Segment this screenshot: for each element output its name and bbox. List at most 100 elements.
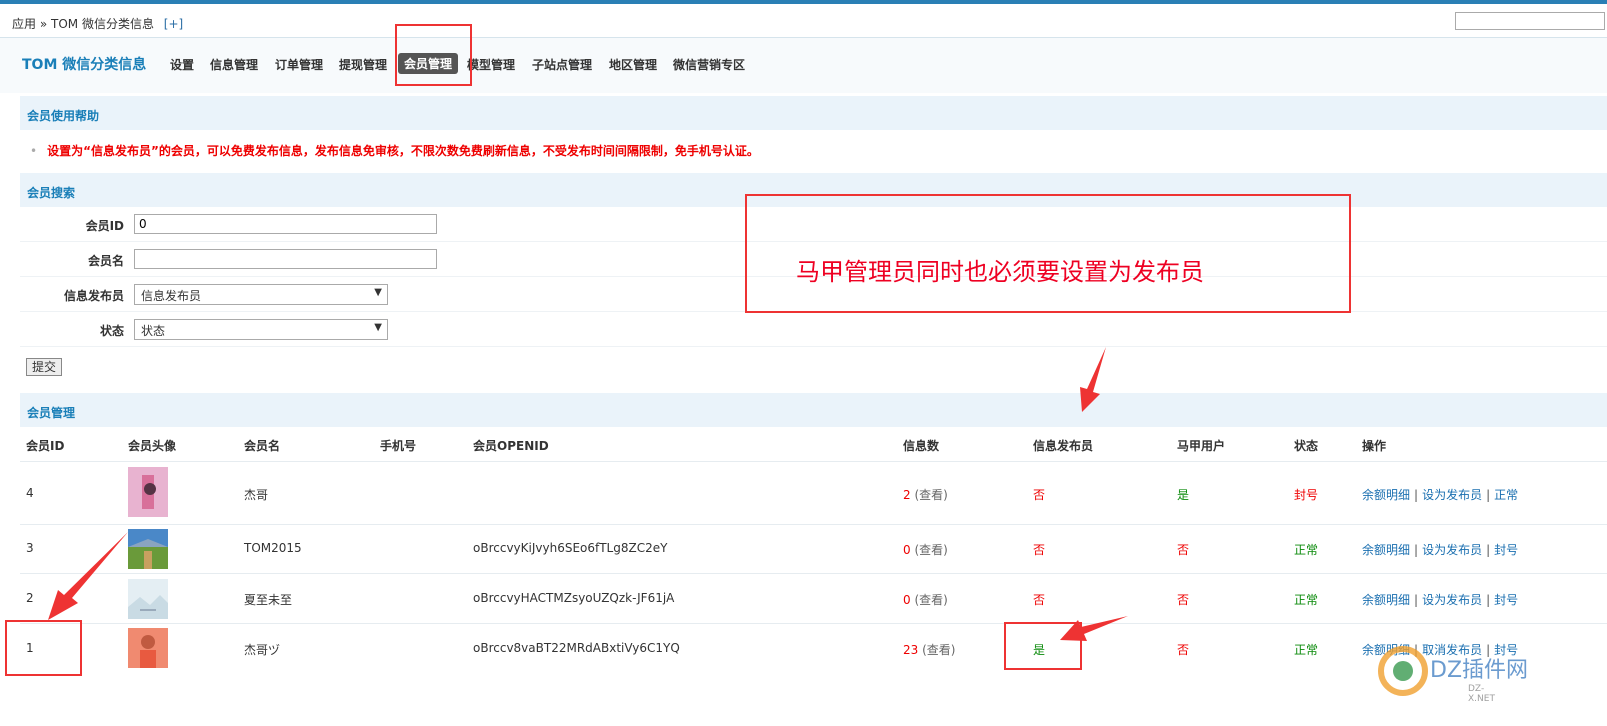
op-separator: | [1414,488,1419,502]
row-info-count: 0 [903,593,911,607]
row-vest-user: 是 [1177,488,1190,502]
status-select-value: 状态 [141,324,166,338]
publisher-select[interactable]: 信息发布员 ▼ [134,284,388,305]
ban-link[interactable]: 封号 [1494,543,1518,557]
row-openid: oBrccv8vaBT22MRdABxtiVy6C1YQ [473,641,680,655]
row-member-name: 杰哥ヅ [244,643,281,657]
dropdown-arrow-icon: ▼ [374,322,382,333]
status-label: 状态 [99,324,124,338]
breadcrumb: 应用 » TOM 微信分类信息 [+] [12,15,183,32]
row-divider [20,524,1607,525]
row-member-id: 4 [26,486,34,500]
col-publisher: 信息发布员 [1033,439,1094,453]
row-member-name: 夏至未至 [244,593,293,607]
op-separator: | [1486,488,1491,502]
row-status: 封号 [1294,488,1319,502]
row-openid: oBrccvyHACTMZsyoUZQzk-JF61jA [473,591,675,605]
watermark: DZ插件网 DZ-X.NET [1378,646,1528,704]
nav-wechat-marketing[interactable]: 微信营销专区 [673,56,745,73]
row-info-count-cell: 0 (查看) [903,591,948,608]
col-phone: 手机号 [380,439,417,453]
annotation-highlight-publisher [1004,622,1082,670]
nav-order-manage[interactable]: 订单管理 [275,56,323,73]
set-publisher-link[interactable]: 设为发布员 [1422,543,1482,557]
row-info-count: 2 [903,488,911,502]
nav-withdraw-manage[interactable]: 提现管理 [339,56,387,73]
avatar [128,628,168,668]
row-publisher: 否 [1033,593,1046,607]
dropdown-arrow-icon: ▼ [374,287,382,298]
row-info-count-cell: 23 (查看) [903,641,955,658]
balance-detail-link[interactable]: 余额明细 [1362,593,1410,607]
watermark-subtext: DZ-X.NET [1468,684,1495,704]
row-vest-user: 否 [1177,593,1190,607]
breadcrumb-current: TOM 微信分类信息 [51,17,154,31]
help-text-line: • 设置为“信息发布员”的会员，可以免费发布信息，发布信息免审核，不限次数免费刷新… [30,142,759,159]
breadcrumb-bar: 应用 » TOM 微信分类信息 [+] [0,4,1607,38]
breadcrumb-separator: » [39,17,48,31]
col-info-count: 信息数 [903,439,940,453]
help-section-header: 会员使用帮助 [20,96,1607,130]
breadcrumb-app-link[interactable]: 应用 [12,17,36,31]
nav-region-manage[interactable]: 地区管理 [609,56,657,73]
col-openid: 会员OPENID [473,439,549,453]
set-publisher-link[interactable]: 设为发布员 [1422,488,1482,502]
avatar [128,579,168,619]
publisher-label: 信息发布员 [63,289,124,303]
row-member-id: 2 [26,591,34,605]
member-name-input[interactable] [134,249,437,269]
row-operations: 余额明细 | 设为发布员 | 封号 [1362,541,1518,558]
status-row: 状态 状态 ▼ [20,312,1607,347]
row-divider [20,623,1607,624]
view-link[interactable]: (查看) [914,593,947,607]
balance-detail-link[interactable]: 余额明细 [1362,488,1410,502]
op-separator: | [1486,543,1491,557]
submit-button[interactable]: 提交 [26,358,62,376]
search-section-title: 会员搜索 [27,186,76,200]
balance-detail-link[interactable]: 余额明细 [1362,543,1410,557]
set-publisher-link[interactable]: 设为发布员 [1422,593,1482,607]
row-vest-user: 否 [1177,543,1190,557]
row-status: 正常 [1294,643,1319,657]
view-link[interactable]: (查看) [922,643,955,657]
col-avatar: 会员头像 [128,439,177,453]
member-id-label: 会员ID [85,219,124,233]
annotation-highlight-nav [395,24,472,86]
row-status: 正常 [1294,543,1319,557]
row-member-name: TOM2015 [244,541,302,555]
avatar [128,529,168,569]
row-member-name: 杰哥 [244,488,269,502]
row-publisher: 否 [1033,488,1046,502]
member-name-label: 会员名 [87,254,124,268]
nav-model-manage[interactable]: 模型管理 [467,56,515,73]
annotation-highlight-id [5,620,82,676]
publisher-select-value: 信息发布员 [141,289,202,303]
view-link[interactable]: (查看) [914,488,947,502]
arrow-to-id-icon [48,532,128,620]
op-separator: | [1414,543,1419,557]
col-operations: 操作 [1362,439,1387,453]
row-info-count-cell: 0 (查看) [903,541,948,558]
plugin-title: TOM 微信分类信息 [22,57,147,73]
status-select[interactable]: 状态 ▼ [134,319,388,340]
set-normal-link[interactable]: 正常 [1494,488,1518,502]
nav-info-manage[interactable]: 信息管理 [210,56,258,73]
row-info-count: 23 [903,643,919,657]
nav-substation-manage[interactable]: 子站点管理 [532,56,592,73]
row-status: 正常 [1294,593,1319,607]
member-id-input[interactable] [134,214,437,234]
add-shortcut-link[interactable]: [+] [164,17,183,31]
ban-link[interactable]: 封号 [1494,593,1518,607]
view-link[interactable]: (查看) [914,543,947,557]
bullet-icon: • [30,144,38,158]
row-publisher: 否 [1033,543,1046,557]
help-text: 设置为“信息发布员”的会员，可以免费发布信息，发布信息免审核，不限次数免费刷新信… [47,144,759,158]
row-info-count: 0 [903,543,911,557]
nav-settings[interactable]: 设置 [170,56,194,73]
row-openid: oBrccvyKiJvyh6SEo6fTLg8ZC2eY [473,541,668,555]
top-search-input[interactable] [1455,12,1605,30]
row-operations: 余额明细 | 设为发布员 | 封号 [1362,591,1518,608]
col-vest-user: 马甲用户 [1177,439,1226,453]
op-separator: | [1486,593,1491,607]
row-vest-user: 否 [1177,643,1190,657]
